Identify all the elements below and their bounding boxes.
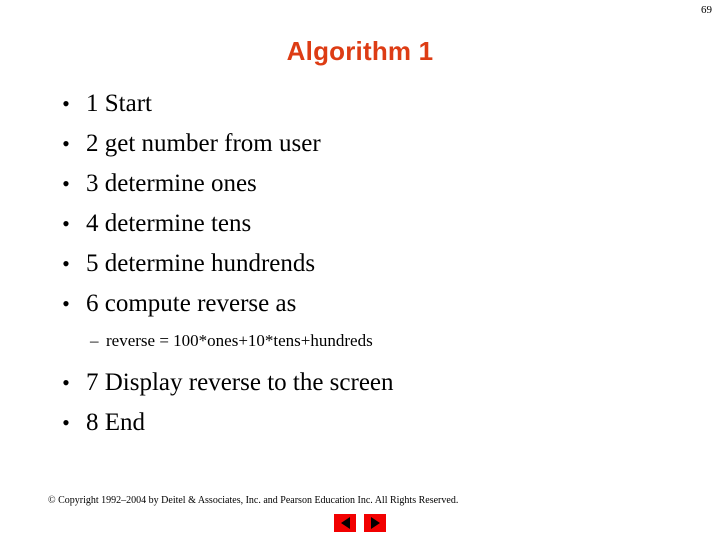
slide-canvas: 69 Algorithm 1 • 1 Start • 2 get number … (0, 0, 720, 540)
dash-marker-icon: – (90, 331, 99, 350)
bullet-marker-icon: • (62, 211, 70, 236)
bullet-marker-icon: • (62, 131, 70, 156)
algorithm-steps-list: • 1 Start • 2 get number from user • 3 d… (46, 88, 666, 447)
bullet-marker-icon: • (62, 171, 70, 196)
list-item: • 1 Start (46, 88, 666, 128)
previous-slide-button[interactable] (334, 514, 356, 532)
list-item: • 3 determine ones (46, 168, 666, 208)
list-item-label: 5 determine hundrends (86, 250, 316, 277)
bullet-marker-icon: • (62, 91, 70, 116)
list-item-label: 7 Display reverse to the screen (86, 369, 394, 396)
page-title: Algorithm 1 (286, 36, 434, 66)
page-number: 69 (701, 4, 712, 16)
list-item: • 5 determine hundrends (46, 248, 666, 288)
list-item-label: 3 determine ones (86, 170, 257, 197)
sub-list-item-label: reverse = 100*ones+10*tens+hundreds (106, 331, 373, 350)
list-item-label: 1 Start (86, 90, 152, 117)
list-item: • 4 determine tens (46, 208, 666, 248)
next-slide-button[interactable] (364, 514, 386, 532)
list-item-label: 2 get number from user (86, 130, 321, 157)
copyright-notice: © Copyright 1992–2004 by Deitel & Associ… (48, 495, 459, 506)
bullet-marker-icon: • (62, 291, 70, 316)
triangle-left-icon (340, 517, 350, 529)
triangle-right-icon (370, 517, 380, 529)
list-item: • 2 get number from user (46, 128, 666, 168)
list-item-label: 6 compute reverse as (86, 290, 297, 317)
list-item: • 7 Display reverse to the screen (46, 367, 666, 407)
bullet-marker-icon: • (62, 410, 70, 435)
list-item: • 8 End (46, 407, 666, 447)
bullet-marker-icon: • (62, 251, 70, 276)
list-item-label: 4 determine tens (86, 210, 252, 237)
sub-list-item: – reverse = 100*ones+10*tens+hundreds (46, 328, 666, 361)
bullet-marker-icon: • (62, 370, 70, 395)
slide-navigation (0, 514, 720, 532)
list-item: • 6 compute reverse as (46, 288, 666, 328)
list-item-label: 8 End (86, 409, 146, 436)
